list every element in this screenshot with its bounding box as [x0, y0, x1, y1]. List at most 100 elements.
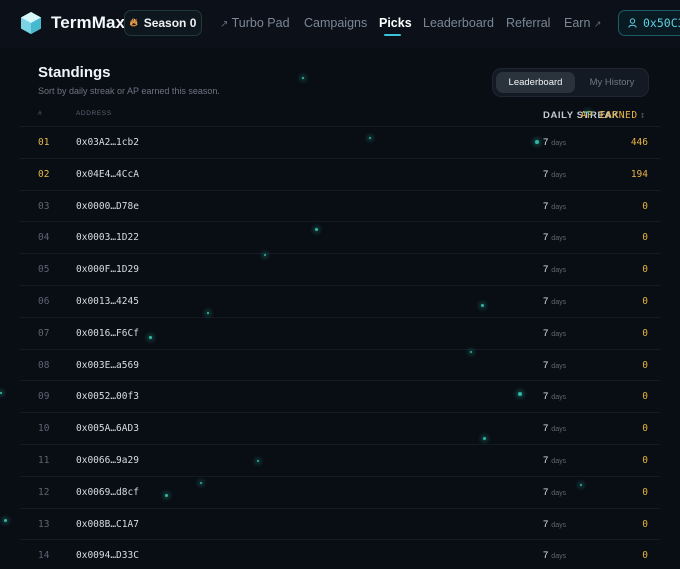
- column-rank: #: [38, 110, 43, 117]
- background-particle: [0, 392, 2, 394]
- column-ap-earned[interactable]: AP EARNED ↕: [581, 110, 646, 121]
- table-row[interactable]: 06 0x0013…4245 7 days 0: [20, 285, 660, 317]
- row-address[interactable]: 0x003E…a569: [76, 360, 139, 371]
- row-address[interactable]: 0x005A…6AD3: [76, 423, 139, 434]
- background-particle: [149, 336, 152, 339]
- row-streak: 7 days: [543, 328, 566, 339]
- background-particle: [200, 482, 202, 484]
- sort-icon: ↕: [639, 110, 646, 121]
- background-particle: [470, 351, 472, 353]
- row-address[interactable]: 0x0066…9a29: [76, 455, 139, 466]
- table-row[interactable]: 04 0x0003…1D22 7 days 0: [20, 221, 660, 253]
- row-streak: 7 days: [543, 455, 566, 466]
- row-streak-value: 7: [543, 391, 549, 403]
- nav-referral[interactable]: Referral: [506, 16, 550, 30]
- cube-logo-icon: [21, 12, 41, 34]
- row-streak: 7 days: [543, 487, 566, 498]
- background-particle: [580, 484, 582, 486]
- row-address[interactable]: 0x0069…d8cf: [76, 487, 139, 498]
- table-row[interactable]: 13 0x008B…C1A7 7 days 0: [20, 507, 660, 540]
- row-streak-value: 7: [543, 359, 549, 371]
- table-row[interactable]: 09 0x0052…00f3 7 days 0: [20, 380, 660, 412]
- row-ap-earned: 0: [642, 486, 648, 498]
- page-title: Standings: [38, 64, 111, 81]
- row-address[interactable]: 0x04E4…4CcA: [76, 169, 139, 180]
- nav-turbo-pad-label: Turbo Pad: [231, 16, 290, 30]
- active-tab-indicator: [384, 34, 401, 36]
- background-particle: [535, 140, 539, 144]
- row-streak: 7 days: [543, 264, 566, 275]
- row-streak: 7 days: [543, 296, 566, 307]
- table-row[interactable]: 11 0x0066…9a29 7 days 0: [20, 444, 660, 476]
- tab-leaderboard[interactable]: Leaderboard: [496, 72, 575, 93]
- nav-turbo-pad[interactable]: ↗ Turbo Pad: [220, 16, 290, 30]
- background-particle: [257, 460, 259, 462]
- row-streak-value: 7: [543, 264, 549, 276]
- view-toggle: Leaderboard My History: [492, 68, 649, 97]
- row-streak-value: 7: [543, 327, 549, 339]
- row-rank: 13: [38, 518, 50, 530]
- nav-earn-label: Earn: [564, 16, 591, 30]
- table-row[interactable]: 02 0x04E4…4CcA 7 days 194: [20, 157, 660, 190]
- table-row[interactable]: 07 0x0016…F6Cf 7 days 0: [20, 316, 660, 349]
- row-address[interactable]: 0x0094…D33C: [76, 550, 139, 561]
- column-ap-earned-label: AP EARNED: [580, 110, 638, 121]
- row-ap-earned: 0: [642, 264, 648, 276]
- row-streak: 7 days: [543, 391, 566, 402]
- table-row[interactable]: 10 0x005A…6AD3 7 days 0: [20, 412, 660, 444]
- row-streak-unit: days: [551, 171, 567, 179]
- row-address[interactable]: 0x03A2…1cb2: [76, 137, 139, 148]
- table-row[interactable]: 08 0x003E…a569 7 days 0: [20, 348, 660, 381]
- row-ap-earned: 446: [630, 137, 648, 148]
- row-ap-earned: 0: [642, 327, 648, 339]
- row-streak-unit: days: [551, 489, 567, 497]
- row-address[interactable]: 0x0003…1D22: [76, 232, 139, 243]
- row-streak-unit: days: [551, 553, 567, 561]
- tab-my-history[interactable]: My History: [579, 72, 645, 93]
- background-particle: [302, 77, 304, 79]
- row-address[interactable]: 0x0013…4245: [76, 296, 139, 307]
- row-address[interactable]: 0x0016…F6Cf: [76, 328, 139, 339]
- row-streak-value: 7: [543, 423, 549, 435]
- row-rank: 02: [38, 168, 50, 180]
- row-address[interactable]: 0x0000…D78e: [76, 201, 139, 212]
- row-address[interactable]: 0x000F…1D29: [76, 264, 139, 275]
- wallet-button[interactable]: 0x50C3: [618, 10, 680, 36]
- table-row[interactable]: 01 0x03A2…1cb2 7 days 446: [20, 126, 660, 158]
- row-address[interactable]: 0x008B…C1A7: [76, 519, 139, 530]
- standings-panel: Standings Sort by daily streak or AP ear…: [20, 52, 680, 569]
- background-particle: [483, 437, 486, 440]
- background-particle: [518, 392, 522, 396]
- table-row[interactable]: 05 0x000F…1D29 7 days 0: [20, 253, 660, 285]
- row-streak-unit: days: [551, 203, 567, 211]
- row-streak-unit: days: [551, 330, 567, 338]
- row-ap-earned: 0: [642, 232, 648, 244]
- table-row[interactable]: 12 0x0069…d8cf 7 days 0: [20, 475, 660, 508]
- row-streak-unit: days: [551, 299, 567, 306]
- row-streak: 7 days: [543, 519, 566, 530]
- table-row[interactable]: 14 0x0094…D33C 7 days 0: [20, 539, 660, 569]
- nav-campaigns[interactable]: Campaigns: [304, 16, 367, 30]
- row-ap-earned: 0: [642, 391, 648, 403]
- row-rank: 14: [38, 550, 50, 562]
- row-streak-unit: days: [551, 426, 567, 434]
- row-ap-earned: 0: [642, 200, 648, 212]
- brand-logo[interactable]: TermMax: [20, 11, 125, 35]
- row-streak-unit: days: [551, 267, 567, 275]
- row-streak: 7 days: [543, 232, 566, 243]
- row-address[interactable]: 0x0052…00f3: [76, 391, 139, 402]
- row-rank: 08: [38, 359, 50, 371]
- row-ap-earned: 0: [642, 359, 648, 371]
- table-row[interactable]: 03 0x0000…D78e 7 days 0: [20, 189, 660, 222]
- row-streak-unit: days: [551, 458, 567, 465]
- row-rank: 10: [38, 423, 50, 435]
- nav-earn[interactable]: Earn ↗: [564, 16, 601, 30]
- nav-leaderboard[interactable]: Leaderboard: [423, 16, 494, 30]
- season-button[interactable]: 🔥︎ Season 0: [124, 10, 202, 36]
- nav-picks[interactable]: Picks: [379, 16, 412, 30]
- brand-name: TermMax: [51, 13, 126, 32]
- row-rank: 11: [38, 455, 50, 466]
- row-streak-value: 7: [543, 518, 549, 530]
- background-particle: [264, 254, 266, 256]
- row-rank: 03: [38, 200, 50, 212]
